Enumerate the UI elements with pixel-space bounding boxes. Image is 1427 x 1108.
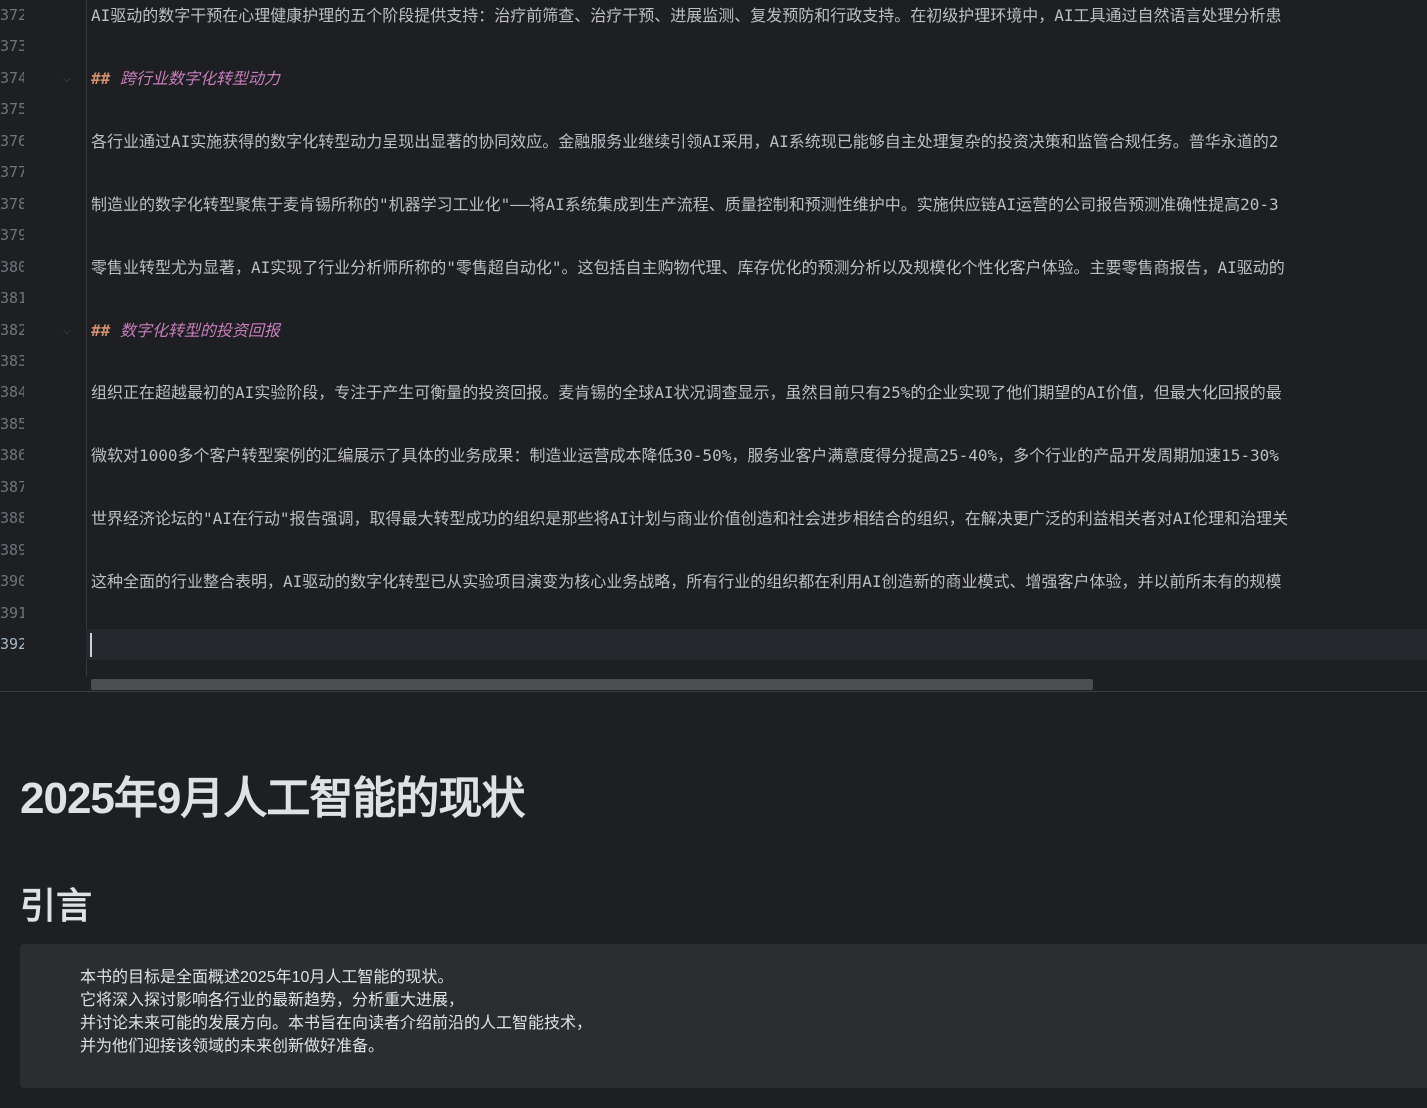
markdown-heading-line[interactable]: ## 数字化转型的投资回报 — [91, 315, 1427, 346]
markdown-text-line[interactable] — [91, 31, 1427, 62]
preview-title: 2025年9月人工智能的现状 — [20, 774, 525, 823]
markdown-text-line[interactable]: 微软对1000多个客户转型案例的汇编展示了具体的业务成果：制造业运营成本降低30… — [91, 440, 1427, 471]
heading-marker: ## — [91, 69, 111, 88]
preview-section-heading: 引言 — [20, 885, 93, 926]
markdown-text-line[interactable] — [91, 220, 1427, 251]
line-number: 381 — [0, 289, 24, 307]
fold-chevron-icon[interactable]: ⌵ — [60, 315, 74, 346]
markdown-text-line[interactable]: 组织正在超越最初的AI实验阶段，专注于产生可衡量的投资回报。麦肯锡的全球AI状况… — [91, 377, 1427, 408]
line-number: 382 — [0, 321, 24, 339]
line-number: 386 — [0, 446, 24, 464]
line-number: 380 — [0, 258, 24, 276]
markdown-text-line[interactable] — [91, 283, 1427, 314]
blockquote-line: 本书的目标是全面概述2025年10月人工智能的现状。 — [80, 969, 454, 986]
markdown-text-line[interactable] — [91, 157, 1427, 188]
markdown-text-line[interactable] — [91, 598, 1427, 629]
horizontal-scrollbar-thumb[interactable] — [91, 679, 1093, 690]
line-number: 383 — [0, 352, 24, 370]
markdown-text-line[interactable]: 各行业通过AI实施获得的数字化转型动力呈现出显著的协同效应。金融服务业继续引领A… — [91, 126, 1427, 157]
line-number: 374 — [0, 69, 24, 87]
blockquote: 本书的目标是全面概述2025年10月人工智能的现状。 它将深入探讨影响各行业的最… — [20, 944, 1427, 1088]
line-number: 372 — [0, 6, 24, 24]
blockquote-line: 它将深入探讨影响各行业的最新趋势，分析重大进展， — [80, 992, 465, 1009]
fold-chevron-icon[interactable]: ⌵ — [60, 63, 74, 94]
blockquote-text: 本书的目标是全面概述2025年10月人工智能的现状。 它将深入探讨影响各行业的最… — [80, 966, 592, 1058]
line-number: 376 — [0, 132, 24, 150]
line-number: 392 — [0, 635, 24, 653]
heading-text: 跨行业数字化转型动力 — [119, 69, 280, 88]
line-number: 378 — [0, 195, 24, 213]
line-number: 390 — [0, 572, 24, 590]
markdown-text-line[interactable] — [91, 535, 1427, 566]
markdown-text-line[interactable] — [91, 472, 1427, 503]
markdown-text-line[interactable]: 零售业转型尤为显著，AI实现了行业分析师所称的"零售超自动化"。这包括自主购物代… — [91, 252, 1427, 283]
markdown-text-line[interactable] — [91, 346, 1427, 377]
line-number: 379 — [0, 226, 24, 244]
markdown-heading-line[interactable]: ## 跨行业数字化转型动力 — [91, 63, 1427, 94]
line-number: 387 — [0, 478, 24, 496]
markdown-text-line[interactable] — [91, 409, 1427, 440]
markdown-text-line[interactable] — [91, 629, 1427, 660]
heading-text: 数字化转型的投资回报 — [119, 321, 280, 340]
markdown-text-line[interactable]: 这种全面的行业整合表明，AI驱动的数字化转型已从实验项目演变为核心业务战略，所有… — [91, 566, 1427, 597]
line-number: 385 — [0, 415, 24, 433]
markdown-text-line[interactable]: 制造业的数字化转型聚焦于麦肯锡所称的"机器学习工业化"——将AI系统集成到生产流… — [91, 189, 1427, 220]
blockquote-line: 并为他们迎接该领域的未来创新做好准备。 — [80, 1038, 385, 1055]
markdown-text-line[interactable] — [91, 94, 1427, 125]
line-number: 389 — [0, 541, 24, 559]
markdown-text-line[interactable]: 世界经济论坛的"AI在行动"报告强调，取得最大转型成功的组织是那些将AI计划与商… — [91, 503, 1427, 534]
line-number: 377 — [0, 163, 24, 181]
line-number: 388 — [0, 509, 24, 527]
line-number: 384 — [0, 383, 24, 401]
markdown-editor-pane[interactable]: 372 373 374 ⌵ 375 376 377 378 379 380 381 382 ⌵ 383 38… — [0, 0, 1427, 692]
line-number-gutter: 372 373 374 ⌵ 375 376 377 378 379 380 381 382 ⌵ 383 38… — [0, 0, 87, 692]
blockquote-line: 并讨论未来可能的发展方向。本书旨在向读者介绍前沿的人工智能技术， — [80, 1015, 593, 1032]
line-number: 373 — [0, 37, 24, 55]
text-caret — [90, 633, 92, 657]
line-number: 391 — [0, 604, 24, 622]
heading-marker: ## — [91, 321, 111, 340]
line-number: 375 — [0, 100, 24, 118]
markdown-preview-pane: 2025年9月人工智能的现状 引言 本书的目标是全面概述2025年10月人工智能… — [0, 692, 1427, 1108]
markdown-text-line[interactable]: AI驱动的数字干预在心理健康护理的五个阶段提供支持：治疗前筛查、治疗干预、进展监… — [91, 0, 1427, 31]
